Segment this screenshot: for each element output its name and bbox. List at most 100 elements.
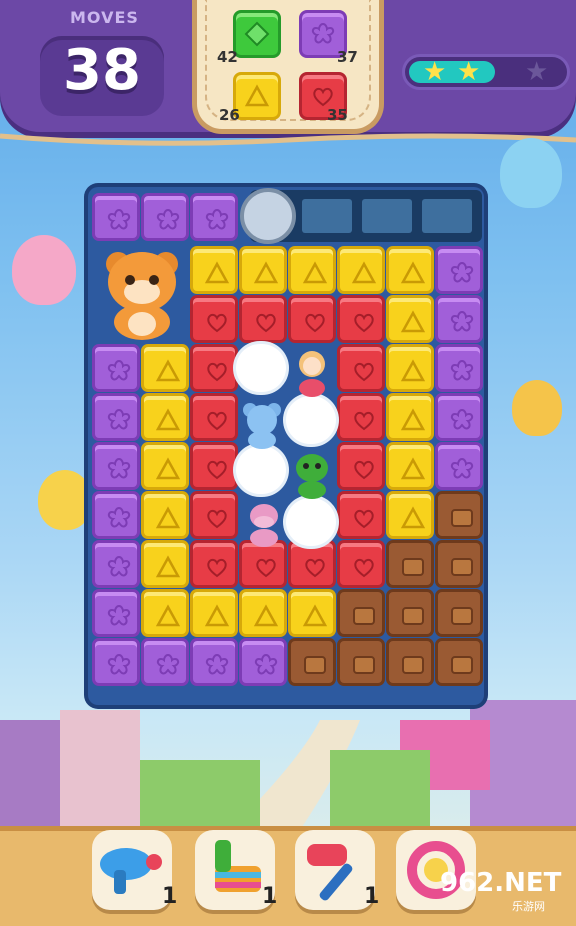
red-heart-tile[interactable] (337, 442, 385, 490)
yellow-triangle-tile[interactable] (386, 393, 434, 441)
yellow-triangle-tile[interactable] (386, 295, 434, 343)
yellow-triangle-tile[interactable] (386, 491, 434, 539)
purple-flower-tile[interactable] (92, 393, 140, 441)
watermark-logo: 962.NET (440, 868, 562, 898)
star-progress-bar: ★ ★ ★ (402, 54, 570, 90)
red-heart-tile[interactable] (190, 393, 238, 441)
wooden-crate-tile[interactable] (386, 540, 434, 588)
purple-flower-tile[interactable] (435, 344, 483, 392)
red-heart-tile[interactable] (337, 491, 385, 539)
yellow-triangle-tile[interactable] (141, 540, 189, 588)
red-heart-tile[interactable] (288, 540, 336, 588)
moves-label: MOVES (70, 8, 139, 27)
yellow-triangle-tile[interactable] (386, 442, 434, 490)
red-heart-tile[interactable] (288, 295, 336, 343)
yellow-triangle-tile[interactable] (141, 442, 189, 490)
girl-doll-toy-icon (290, 348, 334, 398)
purple-flower-tile[interactable] (92, 491, 140, 539)
star-progress-fill (409, 61, 495, 83)
wooden-crate-tile[interactable] (435, 540, 483, 588)
hammer-count: 1 (364, 884, 380, 909)
hammer-booster-button[interactable] (295, 830, 375, 910)
red-heart-tile[interactable] (337, 540, 385, 588)
wooden-crate-tile[interactable] (435, 491, 483, 539)
red-heart-tile[interactable] (190, 295, 238, 343)
film-reel-icon[interactable] (240, 188, 296, 244)
purple-flower-tile[interactable] (190, 193, 238, 241)
hammer-icon (307, 844, 353, 901)
purple-flower-tile[interactable] (141, 193, 189, 241)
pink-hippo-toy-icon (240, 500, 288, 548)
wooden-crate-tile[interactable] (386, 638, 434, 686)
pinata-count: 1 (262, 884, 278, 909)
wooden-crate-tile[interactable] (337, 638, 385, 686)
star-icon-1: ★ (423, 57, 447, 87)
cloud-blocker (286, 396, 336, 444)
red-heart-tile[interactable] (190, 540, 238, 588)
goal-yellow-count: 26 (219, 106, 240, 124)
purple-flower-tile[interactable] (435, 295, 483, 343)
purple-flower-tile[interactable] (92, 589, 140, 637)
yellow-triangle-tile[interactable] (239, 589, 287, 637)
watermark-subtext: 乐游网 (512, 900, 545, 913)
cloud-blocker (236, 344, 286, 392)
yellow-triangle-tile[interactable] (239, 246, 287, 294)
wooden-crate-tile[interactable] (337, 589, 385, 637)
red-heart-tile[interactable] (337, 344, 385, 392)
purple-flower-tile[interactable] (239, 638, 287, 686)
wooden-crate-tile[interactable] (435, 638, 483, 686)
red-heart-tile[interactable] (190, 442, 238, 490)
blaster-icon (100, 848, 162, 894)
star-icon-3-empty: ★ (525, 57, 549, 87)
yellow-triangle-tile[interactable] (141, 491, 189, 539)
yellow-triangle-tile[interactable] (288, 589, 336, 637)
blue-bear-toy-icon (238, 400, 286, 450)
star-icon-2: ★ (457, 57, 481, 87)
purple-flower-tile[interactable] (190, 638, 238, 686)
red-heart-tile[interactable] (190, 491, 238, 539)
goal-green-diamond-icon (233, 10, 281, 58)
green-dino-toy-icon (288, 450, 336, 500)
purple-flower-tile[interactable] (92, 344, 140, 392)
purple-flower-tile[interactable] (435, 393, 483, 441)
blaster-booster-button[interactable] (92, 830, 172, 910)
balloon-decoration (38, 470, 92, 530)
yellow-triangle-tile[interactable] (337, 246, 385, 294)
goal-yellow-triangle-icon (233, 72, 281, 120)
yellow-triangle-tile[interactable] (141, 393, 189, 441)
yellow-triangle-tile[interactable] (190, 246, 238, 294)
red-heart-tile[interactable] (337, 295, 385, 343)
moves-value: 38 (63, 38, 141, 103)
balloon-decoration (12, 235, 76, 305)
yellow-triangle-tile[interactable] (141, 589, 189, 637)
purple-flower-tile[interactable] (92, 442, 140, 490)
goal-red-count: 35 (327, 106, 348, 124)
rope-decoration (0, 133, 576, 146)
goal-panel: 42 37 26 35 (192, 0, 384, 134)
cloud-blocker (236, 446, 286, 494)
purple-flower-tile[interactable] (92, 638, 140, 686)
blaster-count: 1 (162, 884, 178, 909)
red-heart-tile[interactable] (239, 295, 287, 343)
purple-flower-tile[interactable] (92, 193, 140, 241)
purple-flower-tile[interactable] (141, 638, 189, 686)
goal-purple-count: 37 (337, 48, 358, 66)
yellow-triangle-tile[interactable] (386, 344, 434, 392)
balloon-decoration (512, 380, 562, 436)
yellow-triangle-tile[interactable] (386, 246, 434, 294)
wooden-crate-tile[interactable] (435, 589, 483, 637)
yellow-triangle-tile[interactable] (141, 344, 189, 392)
red-heart-tile[interactable] (190, 344, 238, 392)
yellow-triangle-tile[interactable] (288, 246, 336, 294)
purple-flower-tile[interactable] (435, 442, 483, 490)
balloon-decoration (500, 138, 562, 208)
wooden-crate-tile[interactable] (386, 589, 434, 637)
red-heart-tile[interactable] (337, 393, 385, 441)
purple-flower-tile[interactable] (435, 246, 483, 294)
purple-flower-tile[interactable] (92, 540, 140, 588)
tiger-toy-icon (96, 246, 188, 342)
yellow-triangle-tile[interactable] (190, 589, 238, 637)
wooden-crate-tile[interactable] (288, 638, 336, 686)
cloud-blocker (286, 498, 336, 546)
goal-green-count: 42 (217, 48, 238, 66)
